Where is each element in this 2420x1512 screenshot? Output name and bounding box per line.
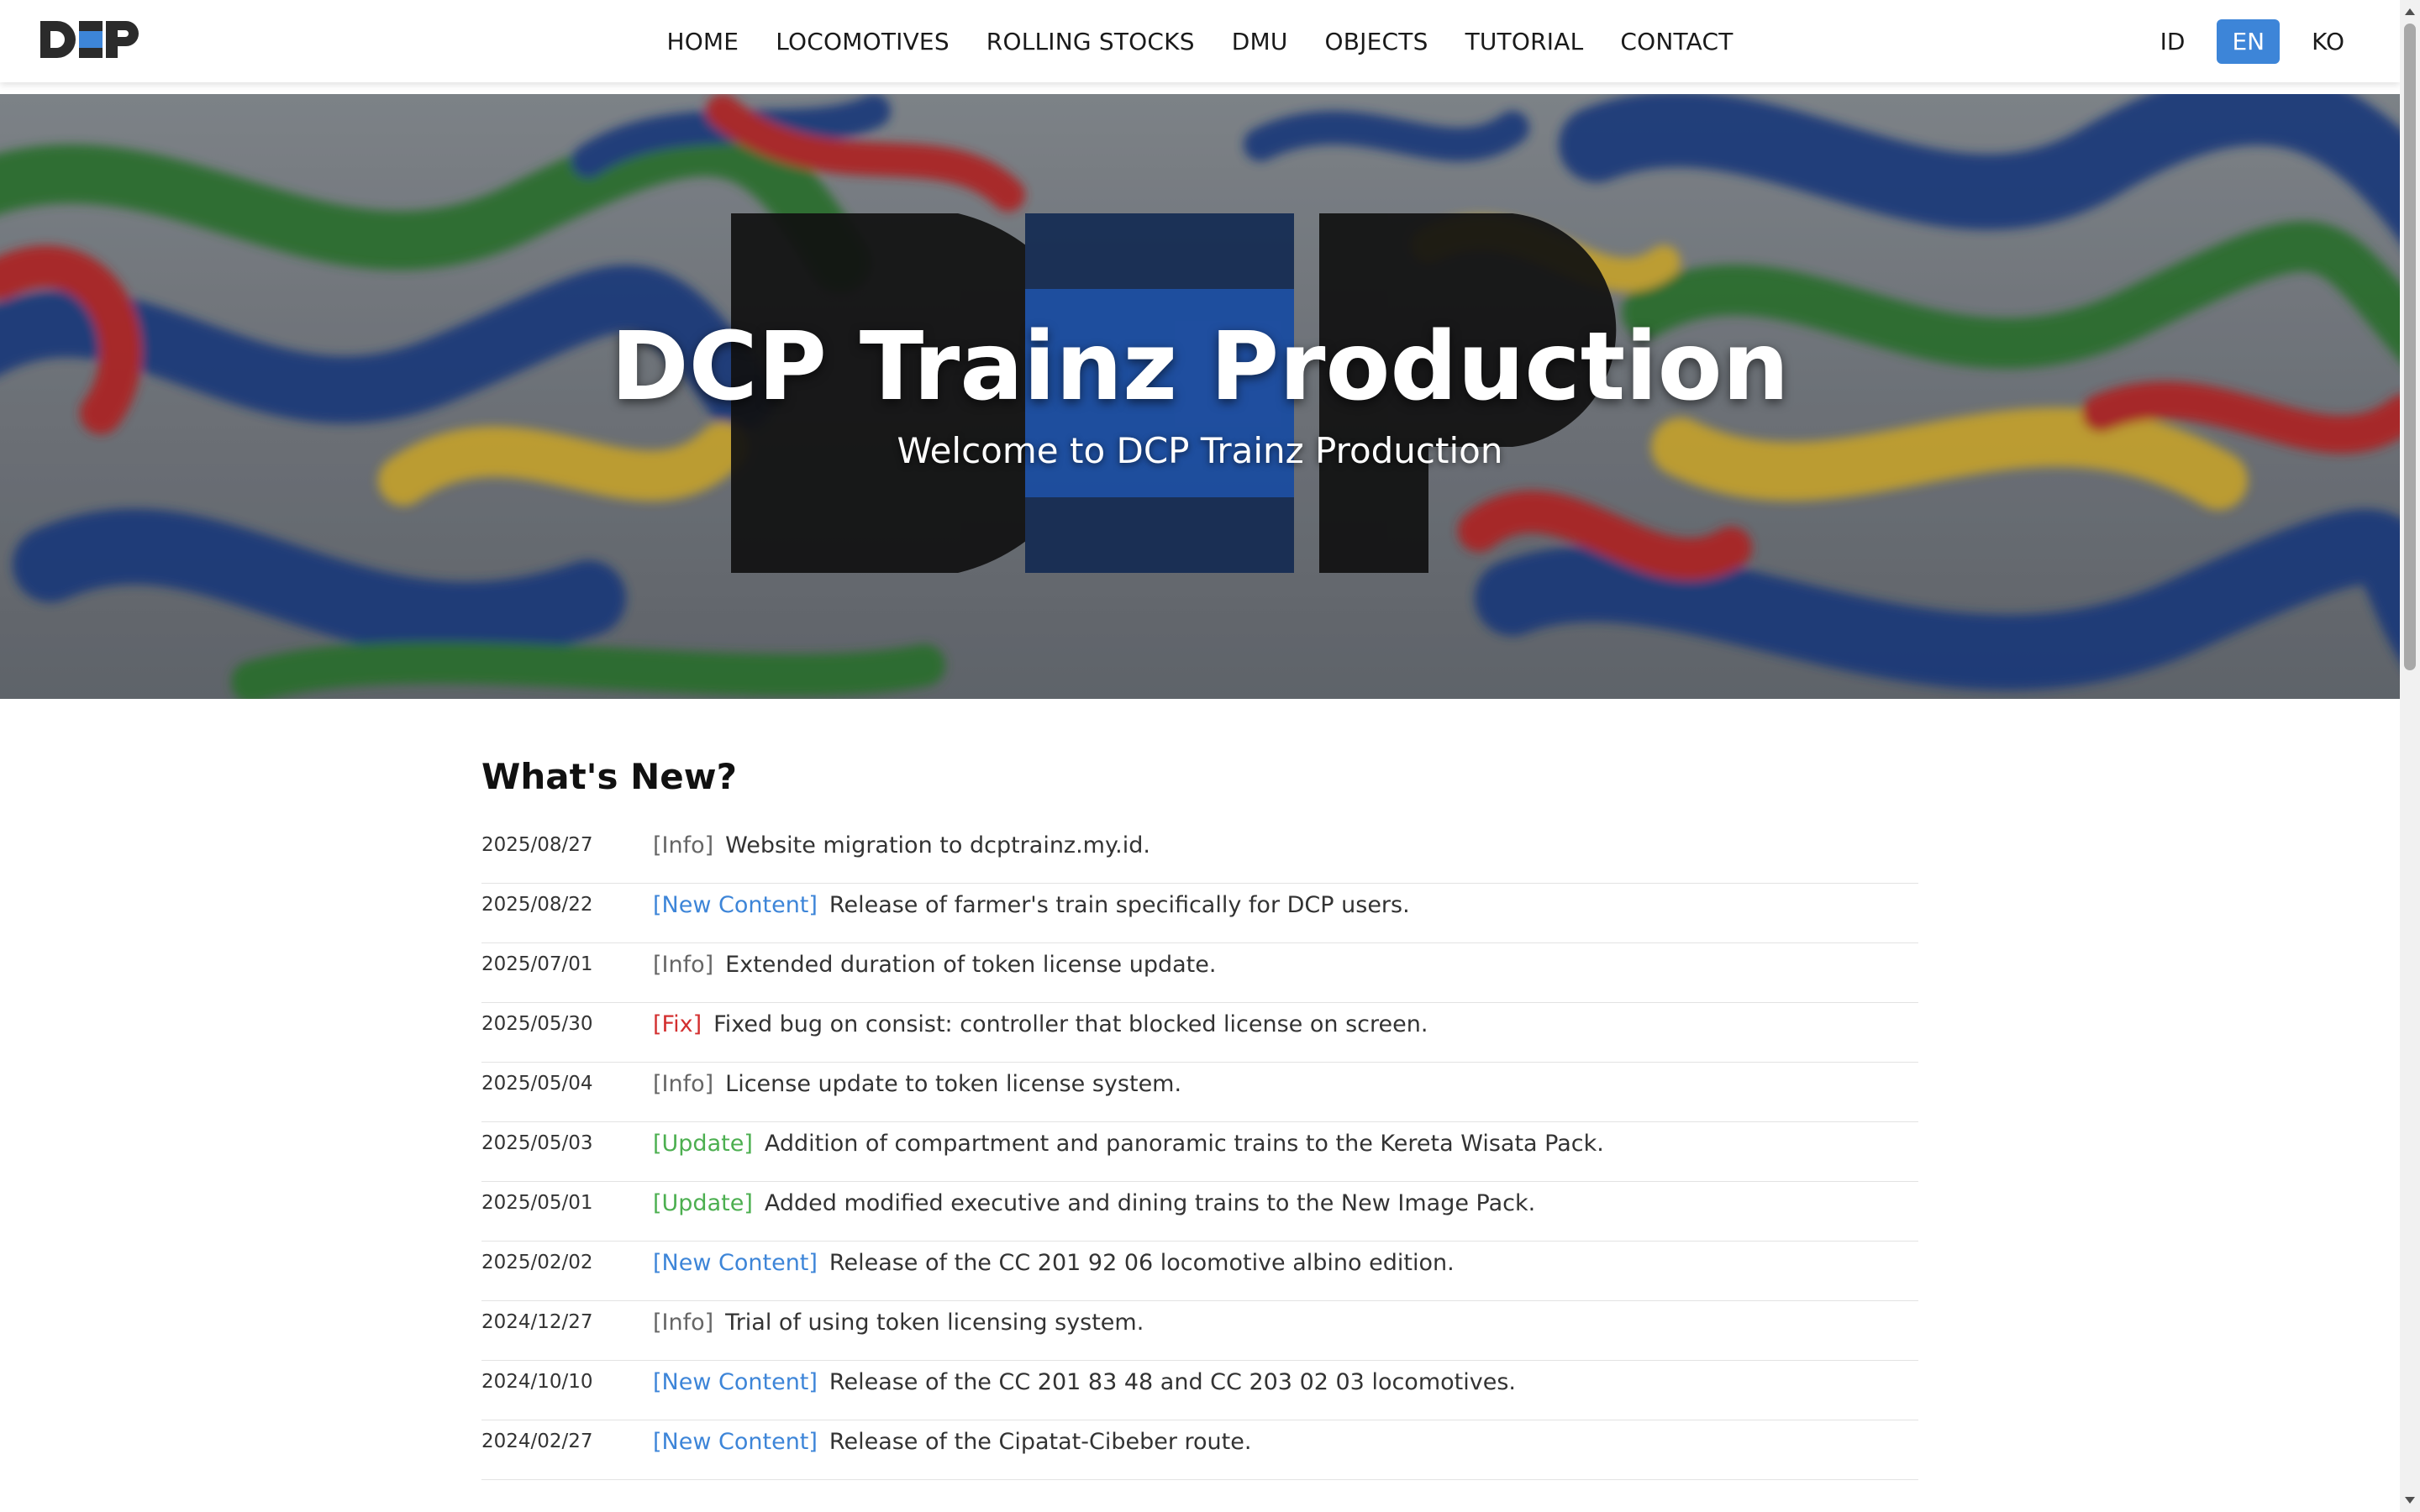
news-item: 2025/08/27 [Info] Website migration to dcp… [481, 824, 1918, 884]
news-text[interactable]: Website migration to dcptrainz.my.id. [725, 832, 1150, 858]
news-tag: [Info] [653, 1310, 714, 1336]
news-item: 2025/07/01 [Info] Extended duration of tok… [481, 943, 1918, 1003]
news-date: 2025/08/22 [481, 894, 593, 916]
dcp-logo[interactable] [39, 18, 145, 60]
news-text[interactable]: Added modified executive and dining trai… [765, 1190, 1535, 1216]
news-tag: [Info] [653, 1071, 714, 1097]
news-item: 2024/02/27 [New Content] Release of the Ci… [481, 1420, 1918, 1480]
news-item: 2025/02/02 [New Content] Release of the CC… [481, 1242, 1918, 1301]
nav-locomotives[interactable]: LOCOMOTIVES [776, 28, 950, 55]
hero-banner: DCP Trainz Production Welcome to DCP Tra… [0, 94, 2400, 699]
whats-new-heading: What's New? [481, 756, 737, 797]
news-text[interactable]: Release of the CC 201 92 06 locomotive a… [829, 1250, 1455, 1276]
news-item: 2025/05/04 [Info] License update to token … [481, 1063, 1918, 1122]
main-nav: HOME LOCOMOTIVES ROLLING STOCKS DMU OBJE… [0, 0, 2400, 82]
news-date: 2025/05/01 [481, 1192, 593, 1214]
news-date: 2025/08/27 [481, 834, 593, 856]
nav-tutorial[interactable]: TUTORIAL [1465, 28, 1584, 55]
news-text[interactable]: Release of the CC 201 83 48 and CC 203 0… [829, 1369, 1516, 1395]
nav-objects[interactable]: OBJECTS [1325, 28, 1428, 55]
news-date: 2024/10/10 [481, 1371, 593, 1393]
news-item: 2024/12/27 [Info] Trial of using token lic… [481, 1301, 1918, 1361]
news-tag: [New Content] [653, 1250, 818, 1276]
whats-new-section: What's New? 2025/08/27 [Info] Website migr… [481, 756, 1918, 1480]
news-tag: [New Content] [653, 1429, 818, 1455]
news-text[interactable]: Trial of using token licensing system. [725, 1310, 1144, 1336]
scrollbar-thumb[interactable] [2404, 24, 2416, 670]
news-item: 2024/10/10 [New Content] Release of the CC… [481, 1361, 1918, 1420]
news-text[interactable]: Extended duration of token license updat… [725, 952, 1216, 978]
language-switcher: ID EN KO [2145, 17, 2360, 66]
news-text[interactable]: Release of farmer's train specifically f… [829, 892, 1410, 918]
news-tag: [Update] [653, 1131, 753, 1157]
news-tag: [New Content] [653, 892, 818, 918]
news-item: 2025/08/22 [New Content] Release of farmer… [481, 884, 1918, 943]
news-item: 2025/05/03 [Update] Addition of compartmen… [481, 1122, 1918, 1182]
news-text[interactable]: Release of the Cipatat-Cibeber route. [829, 1429, 1252, 1455]
lang-id-button[interactable]: ID [2145, 19, 2201, 64]
top-navbar: HOME LOCOMOTIVES ROLLING STOCKS DMU OBJE… [0, 0, 2400, 82]
news-tag: [New Content] [653, 1369, 818, 1395]
hero-subtitle: Welcome to DCP Trainz Production [897, 430, 1503, 471]
nav-rolling-stocks[interactable]: ROLLING STOCKS [986, 28, 1195, 55]
news-date: 2025/07/01 [481, 953, 593, 975]
news-tag: [Info] [653, 952, 714, 978]
nav-contact[interactable]: CONTACT [1620, 28, 1733, 55]
lang-ko-button[interactable]: KO [2296, 19, 2360, 64]
lang-en-button[interactable]: EN [2217, 18, 2281, 64]
news-date: 2024/12/27 [481, 1311, 593, 1333]
scroll-up-arrow-icon[interactable] [2405, 8, 2415, 15]
news-tag: [Fix] [653, 1011, 702, 1037]
news-item: 2025/05/01 [Update] Added modified executi… [481, 1182, 1918, 1242]
nav-home[interactable]: HOME [666, 28, 739, 55]
news-date: 2025/02/02 [481, 1252, 593, 1273]
news-text[interactable]: License update to token license system. [725, 1071, 1181, 1097]
news-list: 2025/08/27 [Info] Website migration to dcp… [481, 824, 1918, 1480]
news-date: 2024/02/27 [481, 1431, 593, 1452]
news-tag: [Update] [653, 1190, 753, 1216]
scroll-down-arrow-icon[interactable] [2405, 1497, 2415, 1504]
page-scrollbar[interactable] [2400, 0, 2420, 1512]
news-date: 2025/05/04 [481, 1073, 593, 1095]
news-date: 2025/05/03 [481, 1132, 593, 1154]
news-tag: [Info] [653, 832, 714, 858]
news-date: 2025/05/30 [481, 1013, 593, 1035]
news-item: 2025/05/30 [Fix] Fixed bug on consist: con… [481, 1003, 1918, 1063]
news-text[interactable]: Addition of compartment and panoramic tr… [765, 1131, 1604, 1157]
nav-dmu[interactable]: DMU [1232, 28, 1288, 55]
hero-title: DCP Trainz Production [610, 312, 1790, 422]
news-text[interactable]: Fixed bug on consist: controller that bl… [713, 1011, 1428, 1037]
